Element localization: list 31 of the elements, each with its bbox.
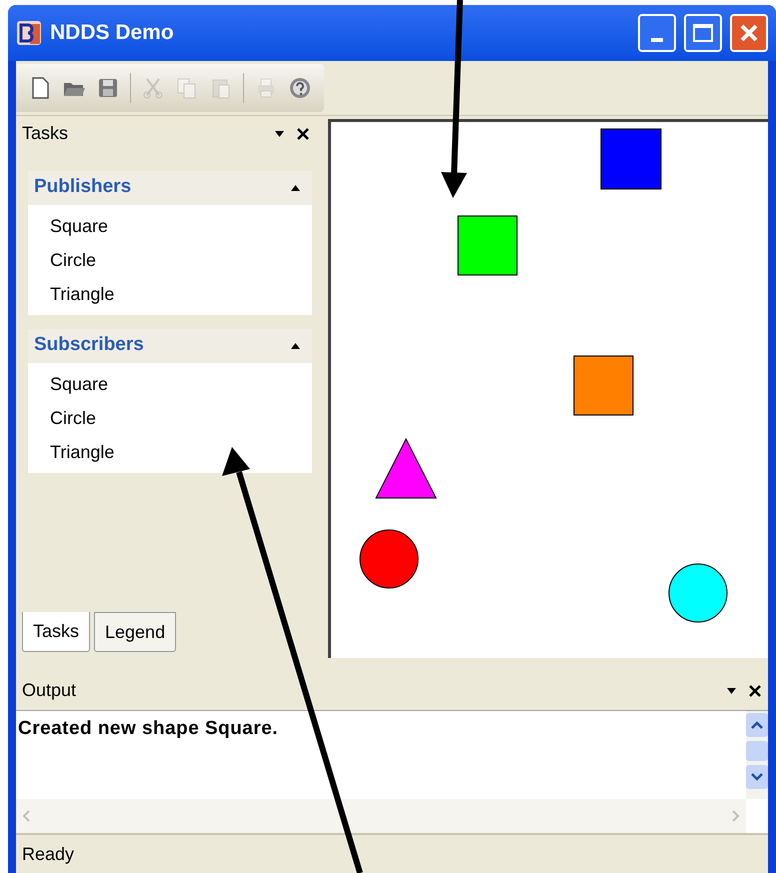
- window-title: NDDS Demo: [50, 20, 175, 46]
- task-link[interactable]: Triangle: [50, 434, 312, 469]
- scroll-up-icon[interactable]: [751, 720, 763, 729]
- dropdown-icon[interactable]: [275, 130, 284, 137]
- maximize-button[interactable]: [684, 14, 722, 52]
- group-header[interactable]: Publishers: [28, 170, 312, 205]
- panel-title: Output: [22, 679, 78, 702]
- task-link[interactable]: Square: [50, 208, 312, 243]
- panel-title: Tasks: [22, 122, 70, 146]
- scroll-thumb[interactable]: [746, 740, 768, 761]
- collapse-icon[interactable]: [291, 342, 300, 349]
- close-button[interactable]: [730, 14, 768, 52]
- tab[interactable]: Tasks: [22, 612, 90, 652]
- scroll-down-icon[interactable]: [751, 772, 763, 781]
- status-text: Ready: [22, 842, 74, 866]
- task-link[interactable]: Circle: [50, 400, 312, 435]
- close-icon: [738, 22, 760, 44]
- task-link[interactable]: Circle: [50, 242, 312, 277]
- task-link[interactable]: Square: [50, 366, 312, 401]
- vertical-scrollbar[interactable]: [746, 710, 768, 800]
- app-icon: [16, 20, 42, 46]
- collapse-icon[interactable]: [291, 184, 300, 191]
- log-line: Created new shape Square.: [18, 718, 278, 739]
- task-link[interactable]: Triangle: [50, 276, 312, 311]
- minimize-button[interactable]: [638, 14, 676, 52]
- close-icon[interactable]: [748, 684, 762, 698]
- help-icon[interactable]: [288, 76, 312, 100]
- close-icon[interactable]: [296, 126, 310, 141]
- dropdown-icon[interactable]: [727, 688, 736, 694]
- group-header[interactable]: Subscribers: [28, 328, 312, 363]
- tab[interactable]: Legend: [94, 612, 176, 652]
